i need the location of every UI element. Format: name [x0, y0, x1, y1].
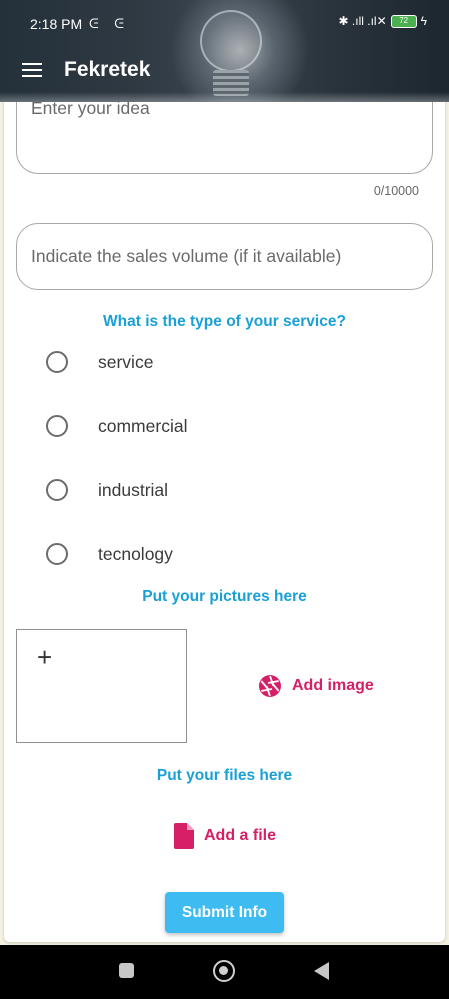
files-title: Put your files here [156, 767, 293, 784]
pictures-title: Put your pictures here [142, 588, 307, 605]
app-bar: Fekretek [0, 50, 449, 94]
app-header: 2:18 PM ᕮ ᕮ ✱ .ıll .ıl✕ 72 ϟ Fekretek [0, 0, 449, 102]
status-bar: 2:18 PM ᕮ ᕮ ✱ .ıll .ıl✕ 72 ϟ [0, 0, 449, 48]
add-file-button[interactable]: Add a file [174, 823, 276, 849]
app-title: Fekretek [64, 58, 151, 81]
add-image-label: Add image [292, 677, 374, 694]
add-picture-plus-icon[interactable]: + [37, 644, 52, 670]
home-icon[interactable] [213, 960, 235, 982]
radio-circle-icon[interactable] [46, 351, 68, 373]
radio-label: service [98, 351, 154, 372]
submit-button[interactable]: Submit Info [165, 892, 284, 933]
signal-icons: ✱ .ıll .ıl✕ [338, 14, 387, 28]
sales-volume-input[interactable]: Indicate the sales volume (if it availab… [16, 223, 433, 290]
battery-icon: 72 [390, 14, 417, 28]
radio-option-tecnology[interactable]: tecnology [46, 543, 173, 565]
back-icon[interactable] [314, 962, 329, 980]
system-nav-bar [0, 945, 449, 999]
file-icon [174, 823, 194, 849]
radio-label: industrial [98, 479, 169, 500]
status-right-icons: ✱ .ıll .ıl✕ 72 ϟ [339, 14, 427, 28]
radio-option-commercial[interactable]: commercial [46, 415, 187, 437]
radio-circle-icon[interactable] [46, 415, 68, 437]
camera-shutter-icon [259, 675, 281, 697]
service-type-title: What is the type of your service? [103, 313, 346, 330]
radio-circle-icon[interactable] [46, 479, 68, 501]
status-notification-icons: ᕮ ᕮ [89, 16, 130, 31]
charging-icon: ϟ [420, 14, 427, 28]
radio-label: commercial [98, 415, 188, 436]
radio-option-service[interactable]: service [46, 351, 153, 373]
idea-char-counter: 0/10000 [373, 184, 419, 198]
sales-placeholder: Indicate the sales volume (if it availab… [31, 246, 342, 266]
add-image-button[interactable]: Add image [258, 674, 374, 698]
status-time: 2:18 PM [30, 16, 83, 32]
recents-icon[interactable] [119, 963, 134, 978]
radio-option-industrial[interactable]: industrial [46, 479, 168, 501]
hamburger-icon[interactable] [22, 63, 42, 79]
add-file-label: Add a file [204, 827, 277, 844]
radio-circle-icon[interactable] [46, 543, 68, 565]
form-card: Enter your idea 0/10000 Indicate the sal… [4, 86, 445, 942]
radio-label: tecnology [98, 543, 173, 564]
picture-slot[interactable]: + [16, 629, 187, 743]
